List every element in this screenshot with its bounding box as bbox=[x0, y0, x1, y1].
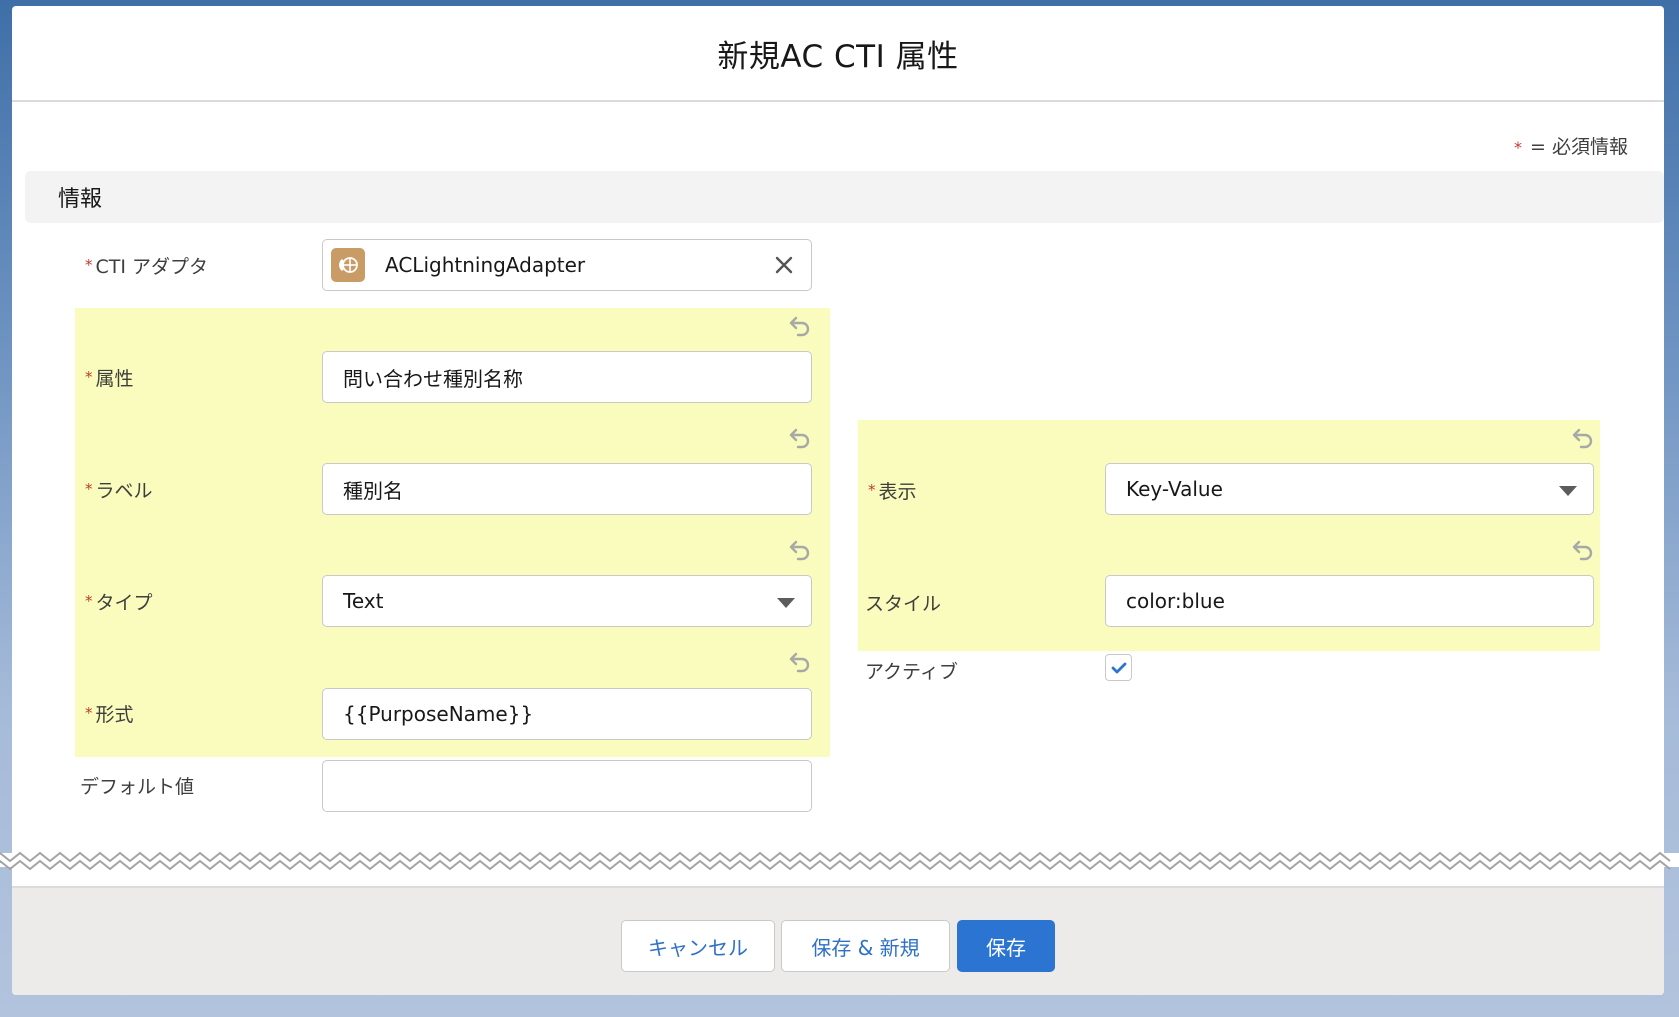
chevron-down-icon bbox=[777, 598, 795, 608]
torn-edge-divider bbox=[0, 851, 1679, 871]
undo-icon[interactable] bbox=[788, 314, 812, 338]
save-button[interactable]: 保存 bbox=[957, 920, 1055, 972]
style-input[interactable]: color:blue bbox=[1105, 575, 1594, 627]
section-title: 情報 bbox=[58, 187, 103, 212]
type-select[interactable]: Text bbox=[322, 575, 812, 627]
type-label: * タイプ bbox=[85, 592, 153, 614]
default-value-label: デフォルト値 bbox=[80, 776, 195, 798]
save-and-new-button[interactable]: 保存 & 新規 bbox=[781, 920, 950, 972]
active-checkbox[interactable] bbox=[1105, 654, 1132, 681]
clear-selection-icon[interactable] bbox=[773, 254, 795, 276]
display-label: * 表示 bbox=[868, 481, 917, 503]
required-star: * bbox=[1514, 138, 1523, 157]
active-label: アクティブ bbox=[865, 661, 958, 683]
format-input[interactable]: {{PurposeName}} bbox=[322, 688, 812, 740]
attribute-label: * 属性 bbox=[85, 368, 134, 390]
modal-header: 新規AC CTI 属性 bbox=[12, 6, 1664, 102]
cancel-button[interactable]: キャンセル bbox=[621, 920, 775, 972]
undo-icon[interactable] bbox=[788, 650, 812, 674]
display-select[interactable]: Key-Value bbox=[1105, 463, 1594, 515]
style-label: スタイル bbox=[865, 593, 942, 615]
required-legend: * = 必須情報 bbox=[1514, 132, 1628, 159]
format-label: * 形式 bbox=[85, 704, 134, 726]
checkmark-icon bbox=[1111, 662, 1126, 673]
chevron-down-icon bbox=[1559, 486, 1577, 496]
label-label: * ラベル bbox=[85, 480, 153, 502]
section-header-info[interactable]: 情報 bbox=[25, 171, 1664, 223]
required-legend-text: = 必須情報 bbox=[1530, 136, 1628, 158]
cti-adapter-lookup[interactable]: ACLightningAdapter bbox=[322, 239, 812, 291]
undo-icon[interactable] bbox=[788, 538, 812, 562]
undo-icon[interactable] bbox=[1571, 538, 1595, 562]
undo-icon[interactable] bbox=[788, 426, 812, 450]
modal-title: 新規AC CTI 属性 bbox=[717, 38, 959, 75]
modal-footer: キャンセル 保存 & 新規 保存 bbox=[12, 886, 1664, 995]
default-value-input[interactable] bbox=[322, 760, 812, 812]
attribute-input[interactable]: 問い合わせ種別名称 bbox=[322, 351, 812, 403]
adapter-value: ACLightningAdapter bbox=[385, 253, 586, 277]
undo-icon[interactable] bbox=[1571, 426, 1595, 450]
label-input[interactable]: 種別名 bbox=[322, 463, 812, 515]
cti-adapter-icon bbox=[331, 248, 365, 282]
adapter-label: * CTI アダプタ bbox=[85, 256, 209, 278]
